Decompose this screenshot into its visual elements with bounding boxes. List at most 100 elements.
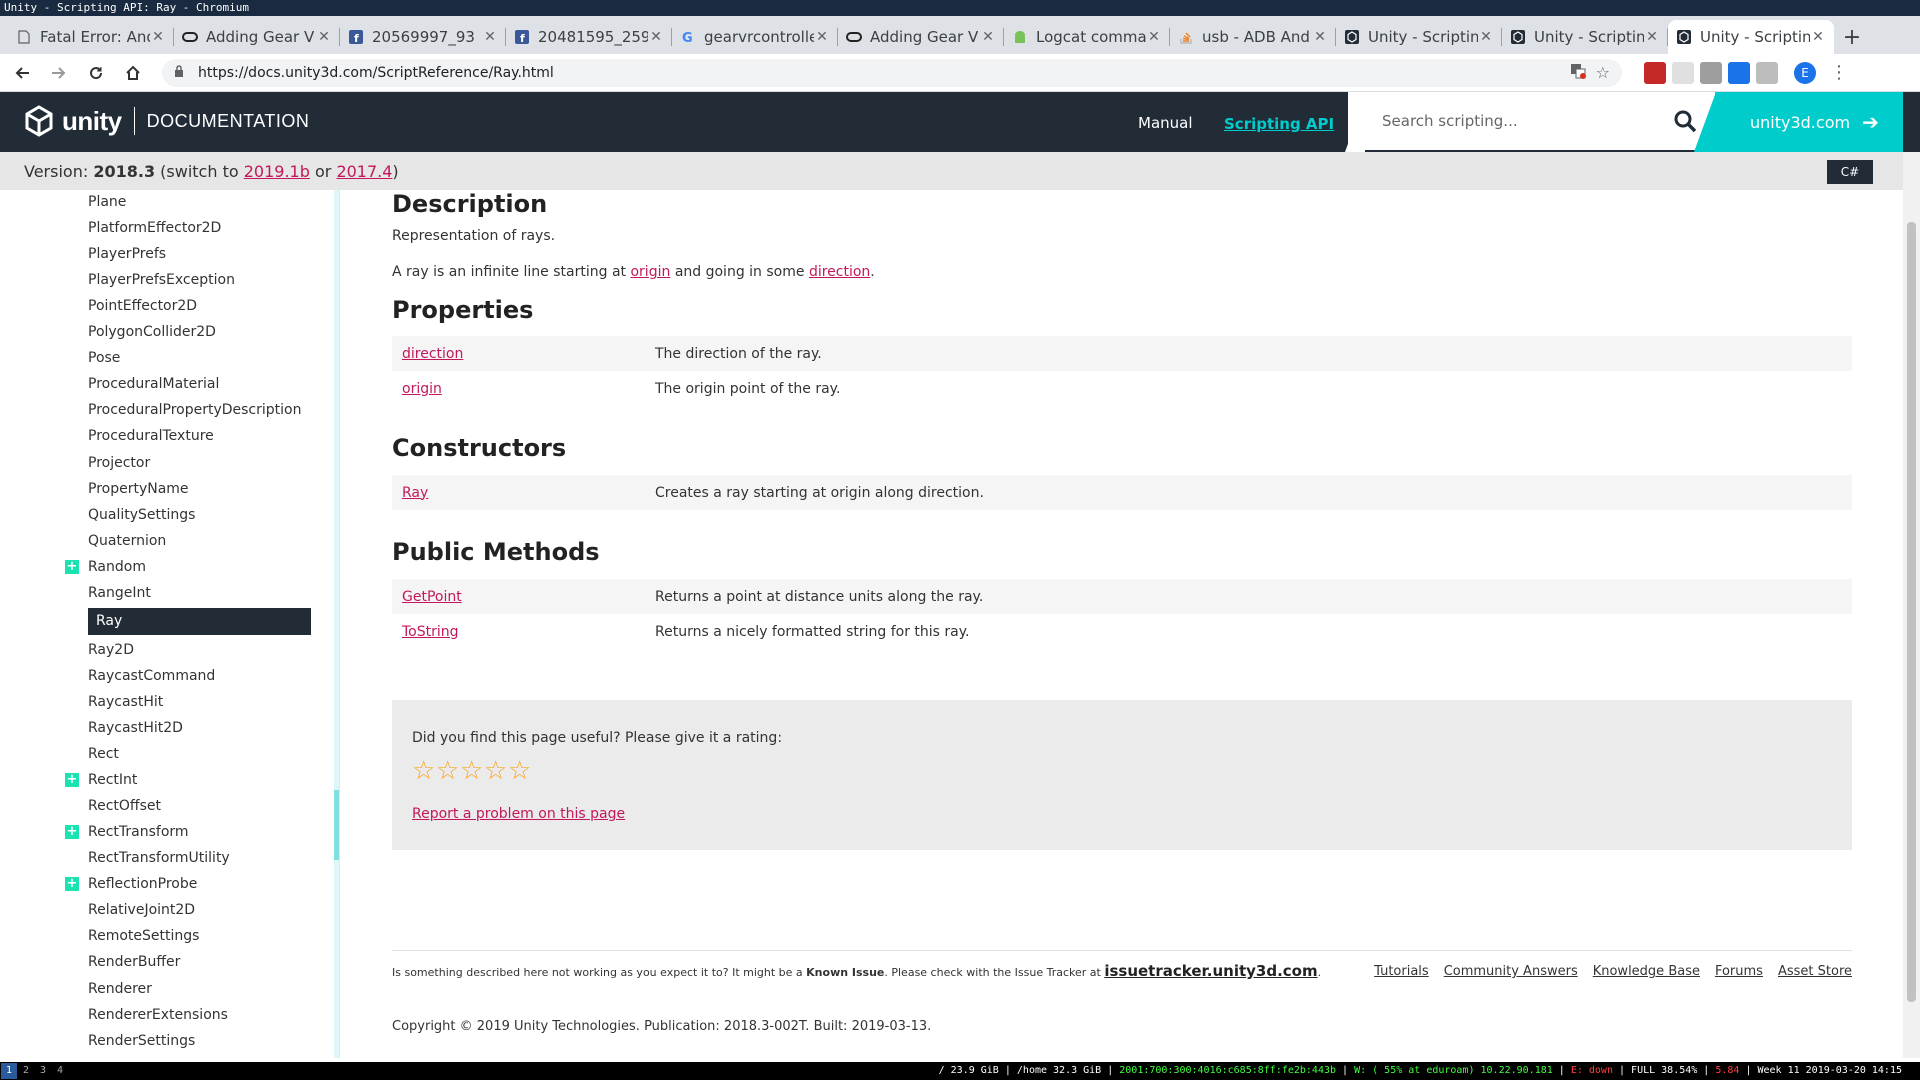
footer-link-asset-store[interactable]: Asset Store — [1778, 964, 1852, 979]
rating-star-icon[interactable]: ☆ — [484, 756, 508, 786]
origin-link[interactable]: origin — [630, 264, 670, 280]
close-icon[interactable]: ✕ — [1312, 29, 1328, 45]
sidebar-item[interactable]: RemoteSettings — [88, 924, 199, 948]
sidebar-item[interactable]: PlayerPrefsException — [88, 268, 235, 292]
bookmark-star-icon[interactable]: ☆ — [1596, 63, 1610, 82]
expand-plus-icon[interactable]: + — [65, 825, 79, 840]
sidebar-item[interactable]: PlatformEffector2D — [88, 216, 221, 240]
sidebar-item[interactable]: RaycastHit — [88, 690, 163, 714]
profile-avatar[interactable]: E — [1794, 61, 1816, 84]
close-icon[interactable]: ✕ — [482, 29, 498, 45]
sidebar-item[interactable]: Renderer — [88, 977, 152, 1001]
direction-link[interactable]: direction — [809, 264, 870, 280]
forward-icon[interactable] — [44, 58, 74, 88]
page-scrollbar[interactable] — [1903, 152, 1920, 1058]
browser-tab-active[interactable]: Unity - Scriptin ✕ — [1668, 20, 1834, 54]
browser-tab[interactable]: f 20481595_259 ✕ — [506, 20, 672, 54]
sidebar-item[interactable]: Projector — [88, 451, 150, 475]
sidebar-item[interactable]: RectTransformUtility — [88, 846, 230, 870]
expand-plus-icon[interactable]: + — [65, 559, 79, 574]
workspace-3[interactable]: 3 — [35, 1063, 51, 1079]
search-input[interactable] — [1365, 92, 1695, 150]
menu-kebab-icon[interactable]: ⋮ — [1824, 58, 1854, 88]
close-icon[interactable]: ✕ — [1810, 29, 1826, 45]
issuetracker-link[interactable]: issuetracker.unity3d.com — [1104, 962, 1317, 980]
rating-star-icon[interactable]: ☆ — [436, 756, 460, 786]
close-icon[interactable]: ✕ — [1478, 29, 1494, 45]
sidebar-item[interactable]: QualitySettings — [88, 503, 195, 527]
workspace-1[interactable]: 1 — [1, 1063, 17, 1079]
sidebar-item[interactable]: RenderBuffer — [88, 950, 180, 974]
workspace-4[interactable]: 4 — [52, 1063, 68, 1079]
sidebar-item[interactable]: RenderSettings — [88, 1029, 195, 1053]
home-icon[interactable] — [118, 58, 148, 88]
sidebar-item[interactable]: Random — [88, 555, 146, 579]
browser-tab[interactable]: Logcat comman ✕ — [1004, 20, 1170, 54]
browser-tab[interactable]: G gearvrcontrolle ✕ — [672, 20, 838, 54]
method-link[interactable]: GetPoint — [392, 589, 655, 605]
address-bar[interactable]: https://docs.unity3d.com/ScriptReference… — [162, 58, 1622, 87]
sidebar-item[interactable]: ProceduralMaterial — [88, 372, 219, 396]
close-icon[interactable]: ✕ — [814, 29, 830, 45]
sidebar-item[interactable]: Rect — [88, 742, 119, 766]
extension-icon[interactable] — [1728, 61, 1750, 84]
close-icon[interactable]: ✕ — [980, 29, 996, 45]
expand-plus-icon[interactable]: + — [65, 773, 79, 788]
page-scrollbar-thumb[interactable] — [1907, 222, 1916, 1002]
close-icon[interactable]: ✕ — [316, 29, 332, 45]
translate-icon[interactable] — [1570, 63, 1586, 83]
browser-tab[interactable]: Fatal Error: And ✕ — [8, 20, 174, 54]
rating-star-icon[interactable]: ☆ — [412, 756, 436, 786]
expand-plus-icon[interactable]: + — [65, 877, 79, 892]
sidebar-item[interactable]: RectInt — [88, 768, 137, 792]
back-icon[interactable] — [7, 58, 37, 88]
report-problem-link[interactable]: Report a problem on this page — [412, 806, 625, 822]
close-icon[interactable]: ✕ — [1146, 29, 1162, 45]
method-link[interactable]: ToString — [392, 624, 655, 640]
browser-tab[interactable]: usb - ADB And ✕ — [1170, 20, 1336, 54]
sidebar-scrollbar-thumb[interactable] — [334, 790, 339, 860]
sidebar-item[interactable]: Ray2D — [88, 638, 134, 662]
unity-logo[interactable]: unity DOCUMENTATION — [22, 104, 309, 138]
version-link-2017[interactable]: 2017.4 — [336, 162, 392, 181]
sidebar-item[interactable]: ReflectionProbe — [88, 872, 197, 896]
sidebar-item[interactable]: PropertyName — [88, 477, 189, 501]
rating-star-icon[interactable]: ☆ — [508, 756, 532, 786]
footer-link-knowledge-base[interactable]: Knowledge Base — [1593, 964, 1700, 979]
sidebar-item[interactable]: Pose — [88, 346, 120, 370]
language-toggle-button[interactable]: C# — [1827, 160, 1873, 184]
browser-tab[interactable]: Unity - Scriptin ✕ — [1502, 20, 1668, 54]
footer-link-tutorials[interactable]: Tutorials — [1374, 964, 1429, 979]
footer-link-community-answers[interactable]: Community Answers — [1444, 964, 1578, 979]
browser-tab[interactable]: Unity - Scriptin ✕ — [1336, 20, 1502, 54]
sidebar-item[interactable]: RendererExtensions — [88, 1003, 228, 1027]
sidebar-item[interactable]: RaycastCommand — [88, 664, 215, 688]
extension-icon[interactable] — [1700, 61, 1722, 84]
sidebar-item[interactable]: ProceduralPropertyDescription — [88, 398, 301, 422]
browser-tab[interactable]: Adding Gear V ✕ — [838, 20, 1004, 54]
version-link-2019[interactable]: 2019.1b — [244, 162, 310, 181]
sidebar-item[interactable]: PolygonCollider2D — [88, 320, 216, 344]
sidebar-item[interactable]: RectTransform — [88, 820, 189, 844]
close-icon[interactable]: ✕ — [150, 29, 166, 45]
new-tab-button[interactable]: + — [1834, 20, 1870, 54]
reload-icon[interactable] — [81, 58, 111, 88]
extension-icon[interactable] — [1672, 61, 1694, 84]
property-link[interactable]: origin — [392, 381, 655, 397]
footer-link-forums[interactable]: Forums — [1715, 964, 1763, 979]
nav-scripting-api-link[interactable]: Scripting API — [1224, 115, 1334, 133]
sidebar-item[interactable]: Quaternion — [88, 529, 166, 553]
browser-tab[interactable]: Adding Gear V ✕ — [174, 20, 340, 54]
ublock-extension-icon[interactable] — [1644, 61, 1666, 84]
rating-star-icon[interactable]: ☆ — [460, 756, 484, 786]
sidebar-item[interactable]: RangeInt — [88, 581, 151, 605]
sidebar-item[interactable]: PointEffector2D — [88, 294, 197, 318]
sidebar-item[interactable]: RectOffset — [88, 794, 161, 818]
close-icon[interactable]: ✕ — [648, 29, 664, 45]
close-icon[interactable]: ✕ — [1644, 29, 1660, 45]
unity3d-site-link[interactable]: unity3d.com ➔ — [1715, 92, 1903, 152]
sidebar-item[interactable]: PlayerPrefs — [88, 242, 166, 266]
constructor-link[interactable]: Ray — [392, 485, 655, 501]
camera-icon[interactable] — [1756, 61, 1778, 84]
property-link[interactable]: direction — [392, 346, 655, 362]
